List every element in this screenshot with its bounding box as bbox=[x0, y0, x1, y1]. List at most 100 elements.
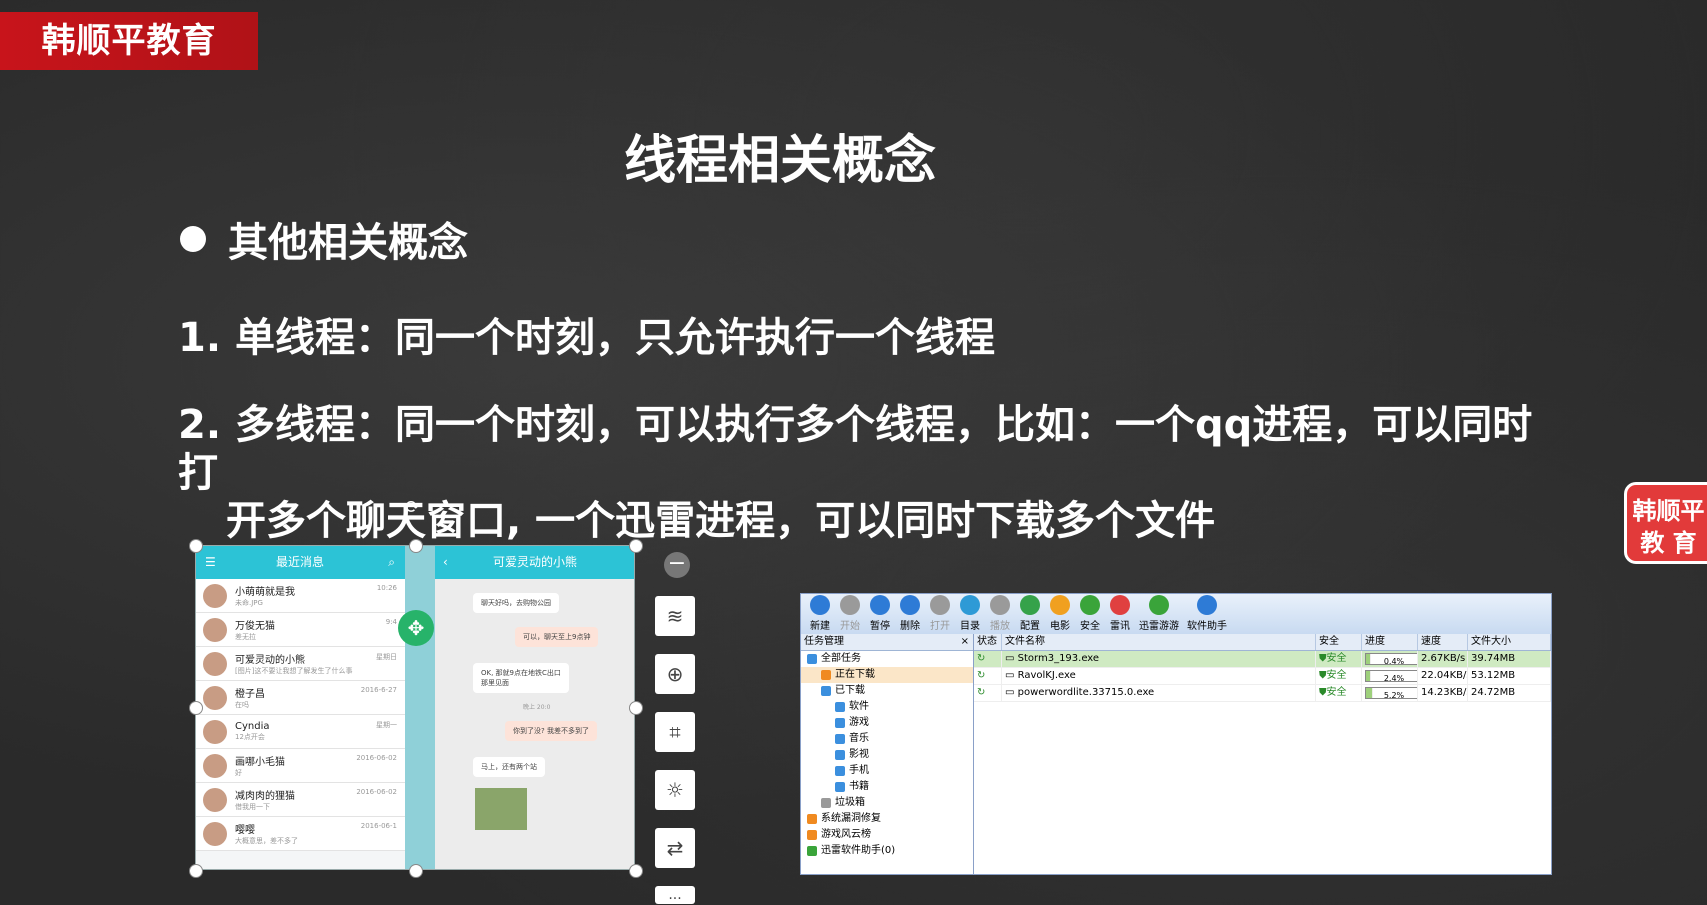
toolbar-icon bbox=[1197, 595, 1217, 615]
folder-icon bbox=[807, 814, 817, 824]
resize-handle[interactable] bbox=[409, 864, 423, 878]
running-status-icon: ↻ bbox=[974, 651, 1002, 667]
resize-handle[interactable] bbox=[629, 539, 643, 553]
folder-icon bbox=[835, 734, 845, 744]
tree-item-label: 全部任务 bbox=[821, 653, 861, 664]
toolbar-label: 雷讯 bbox=[1110, 621, 1130, 632]
rotate-handle-icon[interactable]: ⟳ bbox=[405, 497, 420, 518]
resize-handle[interactable] bbox=[629, 701, 643, 715]
resize-handle[interactable] bbox=[409, 539, 423, 553]
safe-status: 安全 bbox=[1326, 687, 1347, 698]
layers-icon[interactable]: ≋ bbox=[655, 596, 695, 636]
tree-item[interactable]: 软件 bbox=[801, 699, 973, 715]
progress-text: 5.2% bbox=[1383, 691, 1405, 699]
file-name: Storm3_193.exe bbox=[1017, 653, 1100, 664]
progress-bar: 2.4% bbox=[1365, 670, 1417, 682]
tree-item[interactable]: 已下载 bbox=[801, 683, 973, 699]
toolbar-button[interactable]: 目录 bbox=[955, 595, 985, 634]
resize-handle[interactable] bbox=[189, 539, 203, 553]
more-icon[interactable]: ... bbox=[655, 886, 695, 904]
progress-text: 2.4% bbox=[1383, 674, 1405, 682]
toolbar-label: 安全 bbox=[1080, 621, 1100, 632]
tree-item-label: 迅雷软件助手(0) bbox=[821, 845, 896, 856]
toolbar-button[interactable]: 软件助手 bbox=[1183, 595, 1231, 634]
file-size: 53.12MB bbox=[1468, 668, 1551, 684]
toolbar-button[interactable]: 播放 bbox=[985, 595, 1015, 634]
tree-item-label: 系统漏洞修复 bbox=[821, 813, 881, 824]
toolbar-label: 开始 bbox=[840, 621, 860, 632]
folder-icon bbox=[807, 654, 817, 664]
toolbar-icon bbox=[990, 595, 1010, 615]
col-status[interactable]: 状态 bbox=[974, 634, 1002, 650]
toolbar-button[interactable]: 暂停 bbox=[865, 595, 895, 634]
tree-item[interactable]: 书籍 bbox=[801, 779, 973, 795]
tree-item-label: 垃圾箱 bbox=[835, 797, 865, 808]
toolbar-icon bbox=[810, 595, 830, 615]
col-name[interactable]: 文件名称 bbox=[1002, 634, 1316, 650]
close-icon[interactable]: × bbox=[961, 634, 969, 650]
toolbar-button[interactable]: 雷讯 bbox=[1105, 595, 1135, 634]
item-single-thread: 1. 单线程：同一个时刻，只允许执行一个线程 bbox=[178, 315, 995, 361]
toolbar-label: 软件助手 bbox=[1187, 621, 1227, 632]
side-brand-badge[interactable]: 韩顺平 教 育 bbox=[1624, 482, 1707, 564]
col-progress[interactable]: 进度 bbox=[1362, 634, 1418, 650]
tree-item[interactable]: 正在下载 bbox=[801, 667, 973, 683]
safe-status: 安全 bbox=[1326, 653, 1347, 664]
tree-item[interactable]: 全部任务 bbox=[801, 651, 973, 667]
move-cursor-icon[interactable]: ✥ bbox=[398, 610, 434, 646]
tree-item[interactable]: 手机 bbox=[801, 763, 973, 779]
tree-item[interactable]: 游戏 bbox=[801, 715, 973, 731]
download-row[interactable]: ↻ ▭ RavolKJ.exe ⛊安全 2.4% 22.04KB/s 53.12MB bbox=[974, 668, 1551, 685]
folder-icon bbox=[835, 766, 845, 776]
progress-fill bbox=[1366, 688, 1373, 698]
toolbar-label: 删除 bbox=[900, 621, 920, 632]
toolbar-icon bbox=[1110, 595, 1130, 615]
toolbar-button[interactable]: 电影 bbox=[1045, 595, 1075, 634]
zoom-in-icon[interactable]: ⊕ bbox=[655, 654, 695, 694]
shield-icon: ⛊ bbox=[1319, 653, 1327, 664]
minus-icon[interactable]: − bbox=[664, 552, 690, 578]
toolbar-label: 暂停 bbox=[870, 621, 890, 632]
tree-item[interactable]: 迅雷软件助手(0) bbox=[801, 843, 973, 859]
crop-icon[interactable]: ⌗ bbox=[655, 712, 695, 752]
xunlei-window-image[interactable]: 新建 开始 暂停 删除 打开 目录 播放 配置 电影 安全 雷讯 迅雷游游 软件助手 任务管理 × 全部… bbox=[800, 593, 1552, 875]
toolbar-label: 配置 bbox=[1020, 621, 1040, 632]
tree-item-label: 已下载 bbox=[835, 685, 865, 696]
col-size[interactable]: 文件大小 bbox=[1468, 634, 1551, 650]
resize-handle[interactable] bbox=[189, 864, 203, 878]
resize-handle[interactable] bbox=[189, 701, 203, 715]
tree-item[interactable]: 音乐 bbox=[801, 731, 973, 747]
download-list: 状态 文件名称 安全 进度 速度 文件大小 ↻ ▭ Storm3_193.exe ⛊… bbox=[974, 634, 1551, 874]
task-tree-title: 任务管理 bbox=[804, 636, 844, 647]
tree-item-label: 音乐 bbox=[849, 733, 869, 744]
speed: 2.67KB/s bbox=[1418, 651, 1468, 667]
toolbar-button[interactable]: 配置 bbox=[1015, 595, 1045, 634]
tree-item[interactable]: 垃圾箱 bbox=[801, 795, 973, 811]
toolbar-label: 迅雷游游 bbox=[1139, 621, 1179, 632]
toolbar-label: 目录 bbox=[960, 621, 980, 632]
toolbar-button[interactable]: 删除 bbox=[895, 595, 925, 634]
toolbar-label: 电影 bbox=[1050, 621, 1070, 632]
progress-fill bbox=[1366, 671, 1372, 681]
image-swap-icon[interactable]: ⇄ bbox=[655, 828, 695, 868]
task-tree-header: 任务管理 × bbox=[801, 634, 973, 651]
folder-icon bbox=[807, 830, 817, 840]
tree-item[interactable]: 影视 bbox=[801, 747, 973, 763]
bulb-icon[interactable]: ☼ bbox=[655, 770, 695, 810]
toolbar-button[interactable]: 迅雷游游 bbox=[1135, 595, 1183, 634]
col-speed[interactable]: 速度 bbox=[1418, 634, 1468, 650]
resize-handle[interactable] bbox=[629, 864, 643, 878]
tree-item[interactable]: 游戏风云榜 bbox=[801, 827, 973, 843]
brand-logo: 韩顺平教育 bbox=[0, 12, 258, 70]
toolbar-button[interactable]: 打开 bbox=[925, 595, 955, 634]
download-row[interactable]: ↻ ▭ powerwordlite.33715.0.exe ⛊安全 5.2% 14.23… bbox=[974, 685, 1551, 702]
safe-status: 安全 bbox=[1326, 670, 1347, 681]
col-safe[interactable]: 安全 bbox=[1316, 634, 1362, 650]
folder-icon bbox=[835, 718, 845, 728]
toolbar-button[interactable]: 开始 bbox=[835, 595, 865, 634]
download-row[interactable]: ↻ ▭ Storm3_193.exe ⛊安全 0.4% 2.67KB/s 39.74MB bbox=[974, 651, 1551, 668]
toolbar-button[interactable]: 新建 bbox=[805, 595, 835, 634]
shield-icon: ⛊ bbox=[1319, 670, 1327, 681]
tree-item[interactable]: 系统漏洞修复 bbox=[801, 811, 973, 827]
toolbar-button[interactable]: 安全 bbox=[1075, 595, 1105, 634]
